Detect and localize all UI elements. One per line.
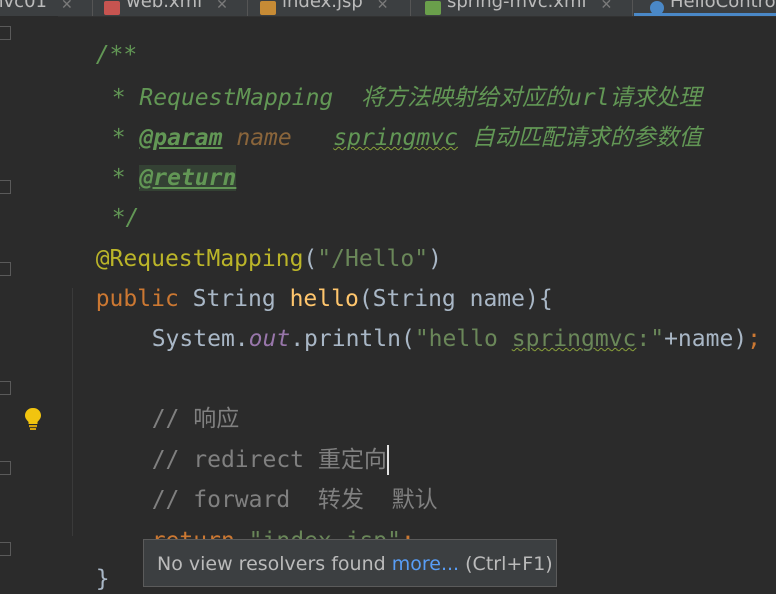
tab-separator <box>410 0 411 16</box>
code-line-2[interactable]: * RequestMapping 将方法映射给对应的url请求处理 <box>84 53 702 111</box>
tooltip-shortcut: (Ctrl+F1) <box>459 553 553 575</box>
fold-marker-icon[interactable] <box>0 542 11 556</box>
code-line-6[interactable]: @RequestMapping("/Hello") <box>68 214 442 272</box>
lightbulb-icon[interactable] <box>24 407 42 431</box>
method-call: .println( <box>290 326 415 352</box>
code-line-11[interactable]: // redirect 重定向 <box>124 415 389 475</box>
inspection-tooltip: No view resolvers found more... (Ctrl+F1… <box>143 539 557 587</box>
string-literal: :" <box>636 326 665 352</box>
static-field: out <box>248 326 291 352</box>
closing-brace: } <box>95 566 110 592</box>
code-line-12[interactable]: // forward 转发 默认 <box>124 455 438 513</box>
active-tab-indicator <box>634 13 776 16</box>
code-line-10[interactable]: // 响应 <box>124 374 240 432</box>
code-line-5[interactable]: */ <box>84 173 140 231</box>
doc-description: 自动匹配请求的参数值 <box>457 125 702 151</box>
close-icon[interactable]: ✕ <box>377 0 389 13</box>
tab-label: HelloController <box>670 0 776 12</box>
tab-separator <box>632 0 633 16</box>
tooltip-more-link[interactable]: more... <box>392 553 459 575</box>
code-line-8[interactable]: System.out.println("hello springmvc:"+na… <box>124 294 761 352</box>
class-ref: System. <box>151 326 249 352</box>
doc-typo-word: springmvc <box>333 125 458 151</box>
spring-xml-icon <box>425 1 441 15</box>
editor-gutter <box>0 16 58 587</box>
fold-marker-icon[interactable] <box>0 262 11 276</box>
jsp-file-icon <box>260 1 276 15</box>
tab-index-jsp[interactable]: index.jsp ✕ <box>260 0 389 16</box>
tab-separator <box>247 0 248 16</box>
fold-marker-icon[interactable] <box>0 381 11 395</box>
indent-guide <box>72 288 73 536</box>
code-line-1[interactable]: /** <box>68 10 138 68</box>
close-icon[interactable]: ✕ <box>216 0 228 13</box>
string-literal: "hello <box>414 326 512 352</box>
tooltip-message: No view resolvers found <box>157 553 392 575</box>
string-typo-word: springmvc <box>511 326 637 352</box>
tab-label: index.jsp <box>282 0 363 12</box>
fold-marker-icon[interactable] <box>0 461 11 475</box>
code-line-4[interactable]: * @return <box>84 133 237 191</box>
code-line-14[interactable]: } <box>68 534 110 592</box>
tab-label: web.xml <box>126 0 203 12</box>
doc-return-tag: @return <box>139 165 237 191</box>
tab-module[interactable]: mvc01 ✕ <box>0 0 73 16</box>
tab-spring-mvc-xml[interactable]: spring-mvc.xml ✕ <box>425 0 612 16</box>
close-icon[interactable]: ✕ <box>601 0 613 13</box>
tab-label: spring-mvc.xml <box>447 0 587 12</box>
semicolon: ; <box>747 326 762 352</box>
code-line-13[interactable]: return "index.jsp"; <box>124 496 415 554</box>
doc-gap <box>292 125 334 151</box>
fold-marker-icon[interactable] <box>0 26 11 40</box>
code-line-3[interactable]: * @param name springmvc 自动匹配请求的参数值 <box>84 93 702 151</box>
code-line-7[interactable]: public String hello(String name){ <box>68 254 553 312</box>
fold-marker-icon[interactable] <box>0 180 11 194</box>
tab-label: mvc01 <box>0 0 47 12</box>
concat-expr: +name) <box>664 326 748 352</box>
